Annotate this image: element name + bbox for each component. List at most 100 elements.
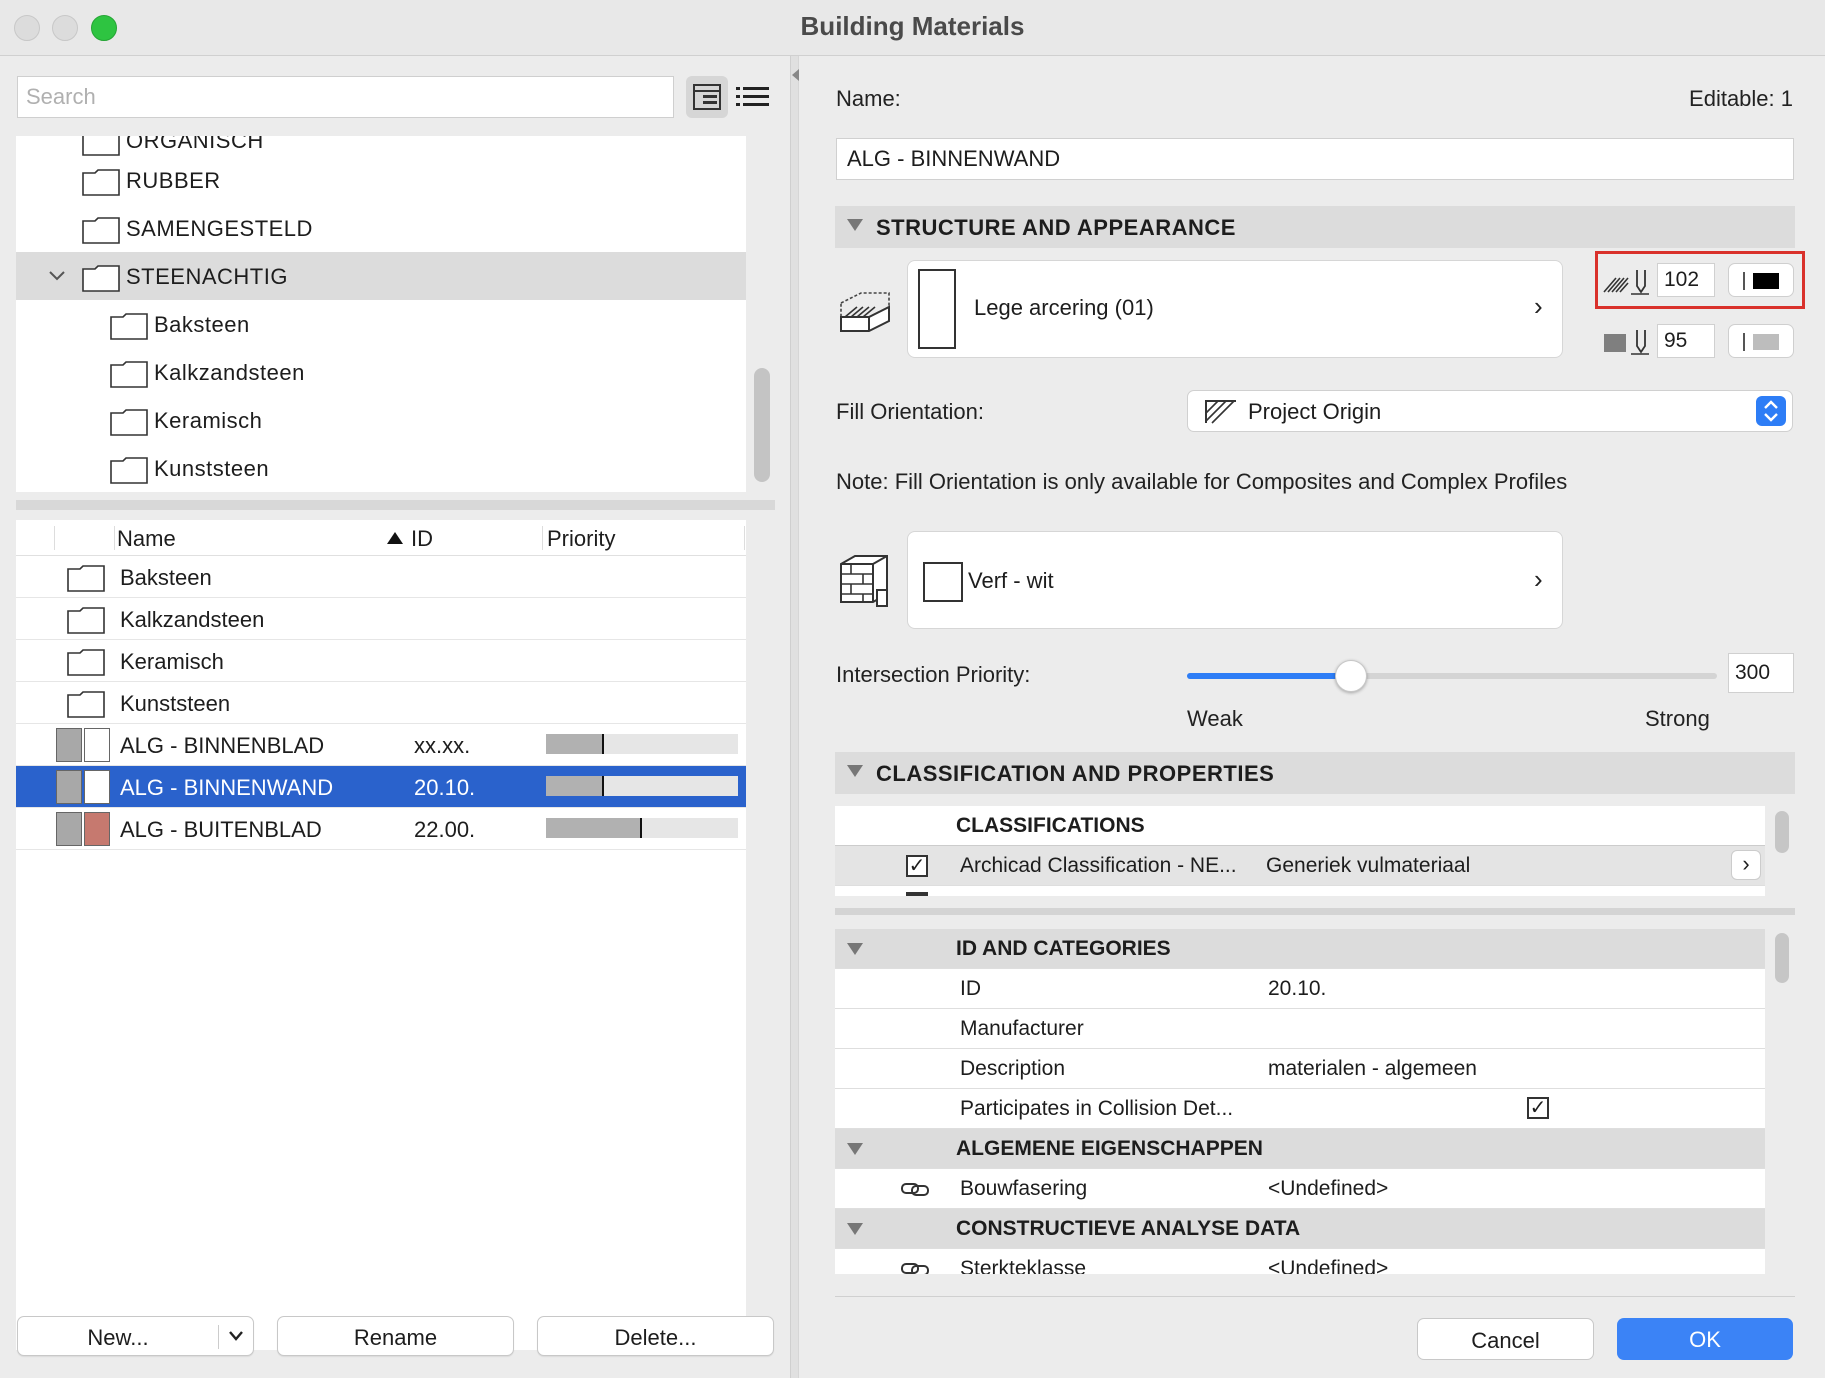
chevron-down-icon[interactable] bbox=[48, 270, 66, 282]
property-key: Sterkteklasse bbox=[960, 1257, 1087, 1274]
fill-pen-number-field[interactable]: 102 bbox=[1657, 263, 1715, 297]
section-classification-properties[interactable]: CLASSIFICATION AND PROPERTIES bbox=[835, 752, 1795, 794]
tree-item-baksteen[interactable]: Baksteen bbox=[16, 300, 746, 348]
tree-item-label: STEENACHTIG bbox=[126, 264, 288, 289]
column-header-id[interactable]: ID bbox=[411, 526, 433, 552]
list-icon bbox=[736, 87, 769, 106]
property-row[interactable]: Bouwfasering <Undefined> bbox=[835, 1169, 1765, 1209]
tree-item-label: ORGANISCH bbox=[126, 136, 264, 153]
section-structure-appearance[interactable]: STRUCTURE AND APPEARANCE bbox=[835, 206, 1795, 248]
property-key: Bouwfasering bbox=[960, 1177, 1088, 1200]
list-item-folder[interactable]: Keramisch bbox=[16, 640, 746, 682]
new-button[interactable]: New... bbox=[17, 1316, 254, 1356]
delete-button[interactable]: Delete... bbox=[537, 1316, 774, 1356]
material-name-field[interactable]: ALG - BINNENWAND bbox=[836, 138, 1794, 180]
property-row[interactable]: ID 20.10. bbox=[835, 969, 1765, 1009]
tree-item-label: RUBBER bbox=[126, 168, 221, 193]
list-view-button[interactable] bbox=[732, 76, 774, 118]
column-header-name[interactable]: Name bbox=[117, 526, 176, 552]
project-origin-icon bbox=[1205, 400, 1236, 424]
list-header: Name ID Priority bbox=[16, 520, 746, 556]
priority-bar-fill bbox=[546, 734, 604, 754]
material-row[interactable]: ALG - BUITENBLAD 22.00. bbox=[16, 808, 746, 850]
list-item-label: Keramisch bbox=[120, 649, 224, 674]
classification-open-button[interactable]: › bbox=[1731, 850, 1761, 880]
material-row-selected[interactable]: ALG - BINNENWAND 20.10. bbox=[16, 766, 746, 808]
collapse-triangle-icon bbox=[847, 1223, 863, 1235]
cancel-button[interactable]: Cancel bbox=[1417, 1318, 1594, 1360]
surface-icon bbox=[840, 555, 888, 607]
folder-icon bbox=[82, 265, 120, 292]
material-id: 22.00. bbox=[414, 817, 476, 842]
chevron-right-icon: › bbox=[1534, 291, 1543, 321]
tree-item-steenachtig[interactable]: STEENACHTIG bbox=[16, 252, 746, 300]
tree-item-kunststeen[interactable]: Kunststeen bbox=[16, 444, 746, 492]
group-header-id-categories[interactable]: ID AND CATEGORIES bbox=[835, 929, 1765, 969]
column-header-priority[interactable]: Priority bbox=[547, 526, 615, 552]
fill-orientation-select[interactable]: Project Origin bbox=[1187, 390, 1793, 432]
tree-item-keramisch[interactable]: Keramisch bbox=[16, 396, 746, 444]
chevron-down-icon[interactable] bbox=[228, 1330, 244, 1342]
folder-icon bbox=[82, 169, 120, 196]
ok-button[interactable]: OK bbox=[1617, 1318, 1793, 1360]
property-row[interactable]: Sterkteklasse <Undefined> bbox=[835, 1249, 1765, 1274]
fill-pen-color-button[interactable] bbox=[1728, 263, 1794, 297]
link-icon bbox=[901, 1183, 929, 1196]
rename-button[interactable]: Rename bbox=[277, 1316, 514, 1356]
surface-name: Verf - wit bbox=[968, 568, 1054, 593]
intersection-priority-field[interactable]: 300 bbox=[1728, 653, 1794, 693]
sort-ascending-icon bbox=[387, 532, 403, 544]
list-item-folder[interactable]: Kunststeen bbox=[16, 682, 746, 724]
list-item-folder[interactable]: Kalkzandsteen bbox=[16, 598, 746, 640]
folder-view-button[interactable] bbox=[686, 76, 728, 118]
surface-preview bbox=[923, 562, 963, 602]
tree-item-kalkzandsteen[interactable]: Kalkzandsteen bbox=[16, 348, 746, 396]
property-row[interactable]: Description materialen - algemeen bbox=[835, 1049, 1765, 1089]
collapse-arrow-icon[interactable] bbox=[790, 68, 800, 82]
property-row[interactable]: Manufacturer bbox=[835, 1009, 1765, 1049]
folder-icon bbox=[110, 457, 148, 484]
background-pen-number-field[interactable]: 95 bbox=[1657, 324, 1715, 358]
property-value: <Undefined> bbox=[1268, 1177, 1389, 1200]
surface-picker[interactable]: Verf - wit › bbox=[907, 531, 1563, 629]
intersection-priority-label: Intersection Priority: bbox=[836, 662, 1031, 687]
priority-slider-knob[interactable] bbox=[1335, 660, 1367, 692]
tree-item-samengesteld[interactable]: SAMENGESTELD bbox=[16, 204, 746, 252]
property-row[interactable]: Participates in Collision Det... ✓ bbox=[835, 1089, 1765, 1129]
collapse-triangle-icon bbox=[847, 1143, 863, 1155]
group-header-constructieve-analyse[interactable]: CONSTRUCTIEVE ANALYSE DATA bbox=[835, 1209, 1765, 1249]
fill-preview bbox=[918, 269, 956, 349]
classification-checkbox[interactable]: ✓ bbox=[906, 855, 928, 877]
priority-bar-fill bbox=[546, 776, 604, 796]
fill-orientation-note: Note: Fill Orientation is only available… bbox=[836, 469, 1568, 494]
classification-row[interactable]: ✓ Archicad Classification - NE... Generi… bbox=[835, 846, 1765, 886]
tree-item-label: Kunststeen bbox=[154, 456, 270, 481]
property-key: ID bbox=[960, 977, 981, 1000]
material-row[interactable]: ALG - BINNENBLAD xx.xx. bbox=[16, 724, 746, 766]
tree-item-rubber[interactable]: RUBBER bbox=[16, 156, 746, 204]
list-item-folder[interactable]: Baksteen bbox=[16, 556, 746, 598]
classifications-table: CLASSIFICATIONS ✓ Archicad Classificatio… bbox=[835, 806, 1765, 896]
classifications-scrollbar[interactable] bbox=[1775, 811, 1789, 853]
collision-detection-checkbox[interactable]: ✓ bbox=[1527, 1097, 1549, 1119]
background-pen-color-button[interactable] bbox=[1728, 324, 1794, 358]
weak-label: Weak bbox=[1187, 706, 1243, 731]
group-header-algemene-eigenschappen[interactable]: ALGEMENE EIGENSCHAPPEN bbox=[835, 1129, 1765, 1169]
tree-scrollbar[interactable] bbox=[754, 368, 770, 482]
fill-pen-icon bbox=[1603, 270, 1649, 295]
pane-splitter[interactable] bbox=[790, 56, 799, 1378]
footer-divider bbox=[835, 1296, 1795, 1297]
table-divider[interactable] bbox=[835, 908, 1795, 915]
folder-icon bbox=[67, 691, 105, 718]
cut-fill-swatch bbox=[56, 812, 82, 846]
properties-scrollbar[interactable] bbox=[1775, 933, 1789, 983]
cut-fill-picker[interactable]: Lege arcering (01) › bbox=[907, 260, 1563, 358]
tree-item-label: SAMENGESTELD bbox=[126, 216, 313, 241]
classifications-header: CLASSIFICATIONS bbox=[835, 806, 1765, 846]
pane-divider[interactable] bbox=[16, 500, 775, 510]
pen-color-swatch bbox=[1743, 272, 1745, 290]
collapse-triangle-icon bbox=[847, 765, 863, 777]
material-name: ALG - BINNENBLAD bbox=[120, 733, 325, 758]
folder-icon bbox=[67, 649, 105, 676]
search-input[interactable]: Search bbox=[17, 76, 674, 118]
